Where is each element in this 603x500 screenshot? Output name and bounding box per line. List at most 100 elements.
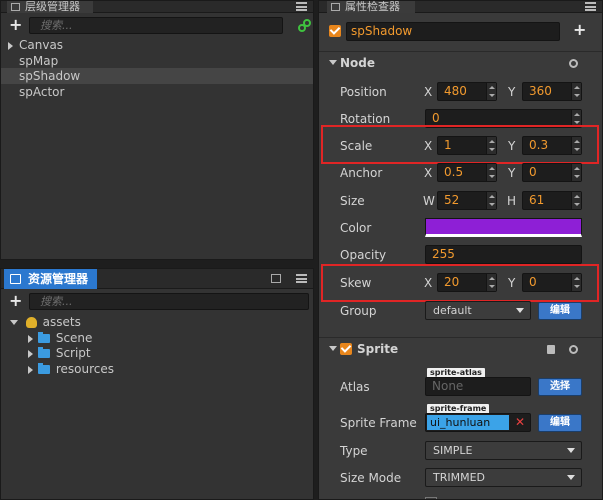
tree-item-label: spMap: [19, 54, 59, 68]
sprite-frame-row: Sprite Frame ui_hunluan ✕ 编辑: [319, 412, 602, 434]
inspector-panel: 属性检查器 spShadow + Node Position X 480 Y 3…: [318, 0, 603, 500]
position-x-input[interactable]: 480: [437, 82, 497, 101]
db-icon: [25, 317, 37, 328]
gear-icon[interactable]: [569, 345, 578, 354]
inspector-menu-icon[interactable]: [585, 2, 596, 11]
book-icon[interactable]: [547, 345, 555, 354]
size-w-input[interactable]: 52: [437, 191, 497, 210]
node-section-title: Node: [340, 56, 376, 70]
type-select-value: SIMPLE: [433, 444, 473, 457]
hierarchy-tabbar: 层级管理器: [1, 1, 313, 13]
tree-item-assets[interactable]: assets: [1, 314, 313, 330]
dropdown-arrow-icon: [567, 475, 575, 480]
anchor-y-input[interactable]: 0: [522, 163, 582, 182]
add-asset-button[interactable]: +: [9, 290, 22, 312]
folder-icon: [38, 347, 50, 358]
size-h-value: 61: [529, 193, 545, 207]
spinner-icon[interactable]: [571, 164, 581, 181]
rotation-value: 0: [432, 111, 440, 125]
expand-caret-icon[interactable]: [28, 365, 33, 374]
group-select-value: default: [433, 304, 472, 317]
assets-tab-icon: [10, 274, 21, 284]
expand-caret-icon[interactable]: [28, 334, 33, 343]
tree-item-spactor[interactable]: spActor: [1, 84, 313, 100]
expand-caret-icon[interactable]: [28, 349, 33, 358]
color-swatch[interactable]: [425, 218, 582, 237]
node-active-checkbox[interactable]: [329, 25, 341, 37]
clear-icon[interactable]: ✕: [515, 414, 525, 431]
size-mode-select[interactable]: TRIMMED: [425, 468, 582, 487]
tree-item-scene[interactable]: Scene: [1, 330, 313, 346]
anchor-x-value: 0.5: [444, 165, 464, 179]
spinner-icon[interactable]: [571, 192, 581, 209]
size-label: Size: [340, 194, 365, 208]
type-select[interactable]: SIMPLE: [425, 441, 582, 460]
position-y-input[interactable]: 360: [522, 82, 582, 101]
size-w-axis: W: [423, 194, 435, 208]
size-mode-select-value: TRIMMED: [433, 471, 486, 484]
node-section-header[interactable]: Node: [319, 51, 602, 73]
tree-item-label: Scene: [55, 331, 93, 345]
tree-item-label: resources: [55, 362, 114, 376]
link-icon[interactable]: [298, 19, 311, 32]
node-name-input[interactable]: spShadow: [346, 22, 560, 41]
spinner-icon[interactable]: [486, 164, 496, 181]
sprite-frame-input[interactable]: ui_hunluan ✕: [425, 413, 531, 432]
position-x-value: 480: [444, 84, 467, 98]
position-y-axis: Y: [508, 85, 516, 99]
scale-highlight-box: [321, 125, 599, 164]
type-label: Type: [340, 444, 368, 458]
position-row: Position X 480 Y 360: [319, 81, 602, 103]
opacity-label: Opacity: [340, 248, 387, 262]
atlas-input[interactable]: None: [425, 377, 531, 396]
inspector-tab-icon: [331, 3, 340, 11]
atlas-select-button[interactable]: 选择: [538, 378, 582, 396]
hierarchy-toolbar: + 搜索...: [1, 14, 313, 36]
tree-item-label: assets: [42, 315, 81, 329]
group-edit-button[interactable]: 编辑: [538, 302, 582, 320]
anchor-y-axis: Y: [508, 166, 516, 180]
collapse-caret-icon[interactable]: [10, 320, 18, 325]
assets-menu-icon[interactable]: [296, 274, 307, 283]
size-w-value: 52: [444, 193, 460, 207]
tree-item-spmap[interactable]: spMap: [1, 53, 313, 69]
tree-item-resources[interactable]: resources: [1, 361, 313, 377]
folder-icon: [38, 363, 50, 374]
group-label: Group: [340, 304, 377, 318]
sprite-enabled-checkbox[interactable]: [340, 343, 352, 355]
skew-highlight-box: [321, 264, 599, 302]
spinner-icon[interactable]: [486, 83, 496, 100]
collapse-caret-icon[interactable]: [329, 346, 337, 351]
tree-item-script[interactable]: Script: [1, 345, 313, 361]
folder-icon: [38, 332, 50, 343]
inspector-tabbar: 属性检查器: [319, 1, 602, 13]
gear-icon[interactable]: [569, 59, 578, 68]
opacity-input[interactable]: 255: [425, 245, 582, 264]
inspector-tab-title: 属性检查器: [345, 0, 400, 13]
assets-panel: 资源管理器 + 搜索... assets Scene Script resour…: [0, 268, 314, 500]
expand-caret-icon[interactable]: [8, 41, 13, 50]
assets-tab[interactable]: 资源管理器: [4, 269, 97, 289]
spinner-icon[interactable]: [486, 192, 496, 209]
anchor-x-input[interactable]: 0.5: [437, 163, 497, 182]
hierarchy-tab[interactable]: 层级管理器: [7, 1, 93, 13]
inspector-tab[interactable]: 属性检查器: [327, 1, 415, 13]
assets-toolbar: + 搜索...: [1, 290, 313, 312]
size-h-input[interactable]: 61: [522, 191, 582, 210]
spinner-icon[interactable]: [571, 83, 581, 100]
assets-search-input[interactable]: 搜索...: [29, 293, 309, 310]
position-label: Position: [340, 85, 387, 99]
collapse-caret-icon[interactable]: [329, 60, 337, 65]
add-node-button[interactable]: +: [9, 14, 22, 36]
tree-item-spshadow[interactable]: spShadow: [1, 68, 313, 84]
group-select[interactable]: default: [425, 301, 531, 320]
popout-icon[interactable]: [271, 274, 281, 283]
hierarchy-menu-icon[interactable]: [296, 2, 307, 11]
tree-item-canvas[interactable]: Canvas: [1, 37, 313, 53]
anchor-y-value: 0: [529, 165, 537, 179]
dropdown-arrow-icon: [567, 448, 575, 453]
sprite-section-header[interactable]: Sprite: [319, 337, 602, 359]
add-component-button[interactable]: +: [573, 20, 586, 39]
hierarchy-search-input[interactable]: 搜索...: [29, 17, 283, 34]
sprite-frame-edit-button[interactable]: 编辑: [538, 414, 582, 432]
